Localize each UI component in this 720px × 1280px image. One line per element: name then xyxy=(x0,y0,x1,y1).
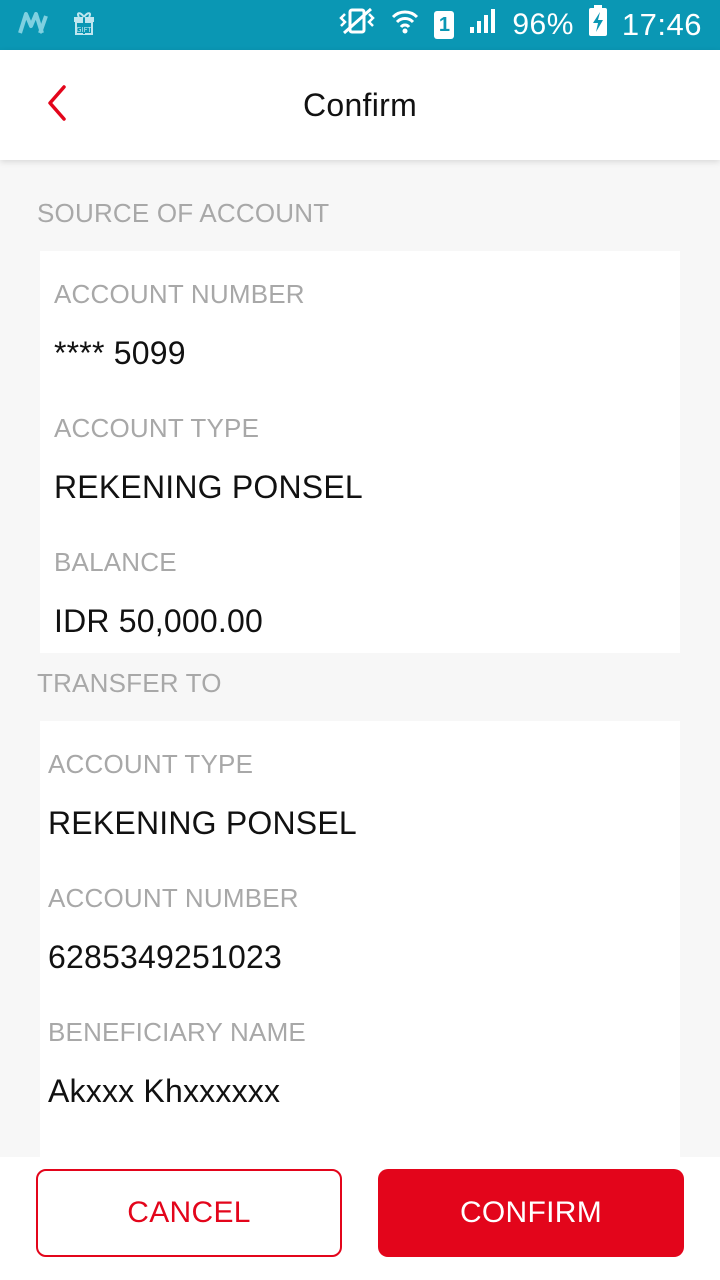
source-account-type: REKENING PONSEL xyxy=(54,469,363,505)
back-button[interactable] xyxy=(30,78,84,132)
source-account-number: **** 5099 xyxy=(54,335,186,371)
clock: 17:46 xyxy=(621,7,702,42)
source-account-number-label: ACCOUNT NUMBER xyxy=(54,279,305,309)
section-label-transfer-to: TRANSFER TO xyxy=(37,668,222,698)
battery-percent: 96% xyxy=(512,8,574,41)
vibrate-icon xyxy=(338,6,376,44)
source-account-card: ACCOUNT NUMBER **** 5099 ACCOUNT TYPE RE… xyxy=(40,251,680,653)
confirm-button[interactable]: CONFIRM xyxy=(378,1169,684,1257)
source-account-type-label: ACCOUNT TYPE xyxy=(54,413,260,443)
app-m-icon xyxy=(18,11,50,39)
confirm-content[interactable]: SOURCE OF ACCOUNT ACCOUNT NUMBER **** 50… xyxy=(0,160,720,1157)
source-balance: IDR 50,000.00 xyxy=(54,603,263,639)
dest-account-type: REKENING PONSEL xyxy=(48,805,357,841)
page-title: Confirm xyxy=(302,86,418,123)
chevron-left-icon xyxy=(45,84,69,127)
dest-account-type-label: ACCOUNT TYPE xyxy=(48,749,254,779)
source-balance-label: BALANCE xyxy=(54,547,177,577)
dest-account-number-label: ACCOUNT NUMBER xyxy=(48,883,299,913)
battery-charging-icon xyxy=(588,5,608,45)
beneficiary-name-label: BENEFICIARY NAME xyxy=(48,1017,306,1047)
app-bar: Confirm xyxy=(0,50,720,160)
wifi-icon xyxy=(390,6,420,44)
gift-icon: GIFT xyxy=(72,10,96,41)
section-label-source: SOURCE OF ACCOUNT xyxy=(37,198,330,228)
dest-account-number: 6285349251023 xyxy=(48,939,282,975)
action-footer: CANCEL CONFIRM xyxy=(0,1157,720,1280)
svg-text:GIFT: GIFT xyxy=(76,26,92,34)
cancel-button[interactable]: CANCEL xyxy=(36,1169,342,1257)
signal-icon xyxy=(468,7,498,43)
status-bar: GIFT 1 96% 17:46 xyxy=(0,0,720,50)
sim-icon: 1 xyxy=(434,11,455,39)
beneficiary-name: Akxxx Khxxxxxx xyxy=(48,1073,281,1109)
transfer-to-card: ACCOUNT TYPE REKENING PONSEL ACCOUNT NUM… xyxy=(40,721,680,1157)
